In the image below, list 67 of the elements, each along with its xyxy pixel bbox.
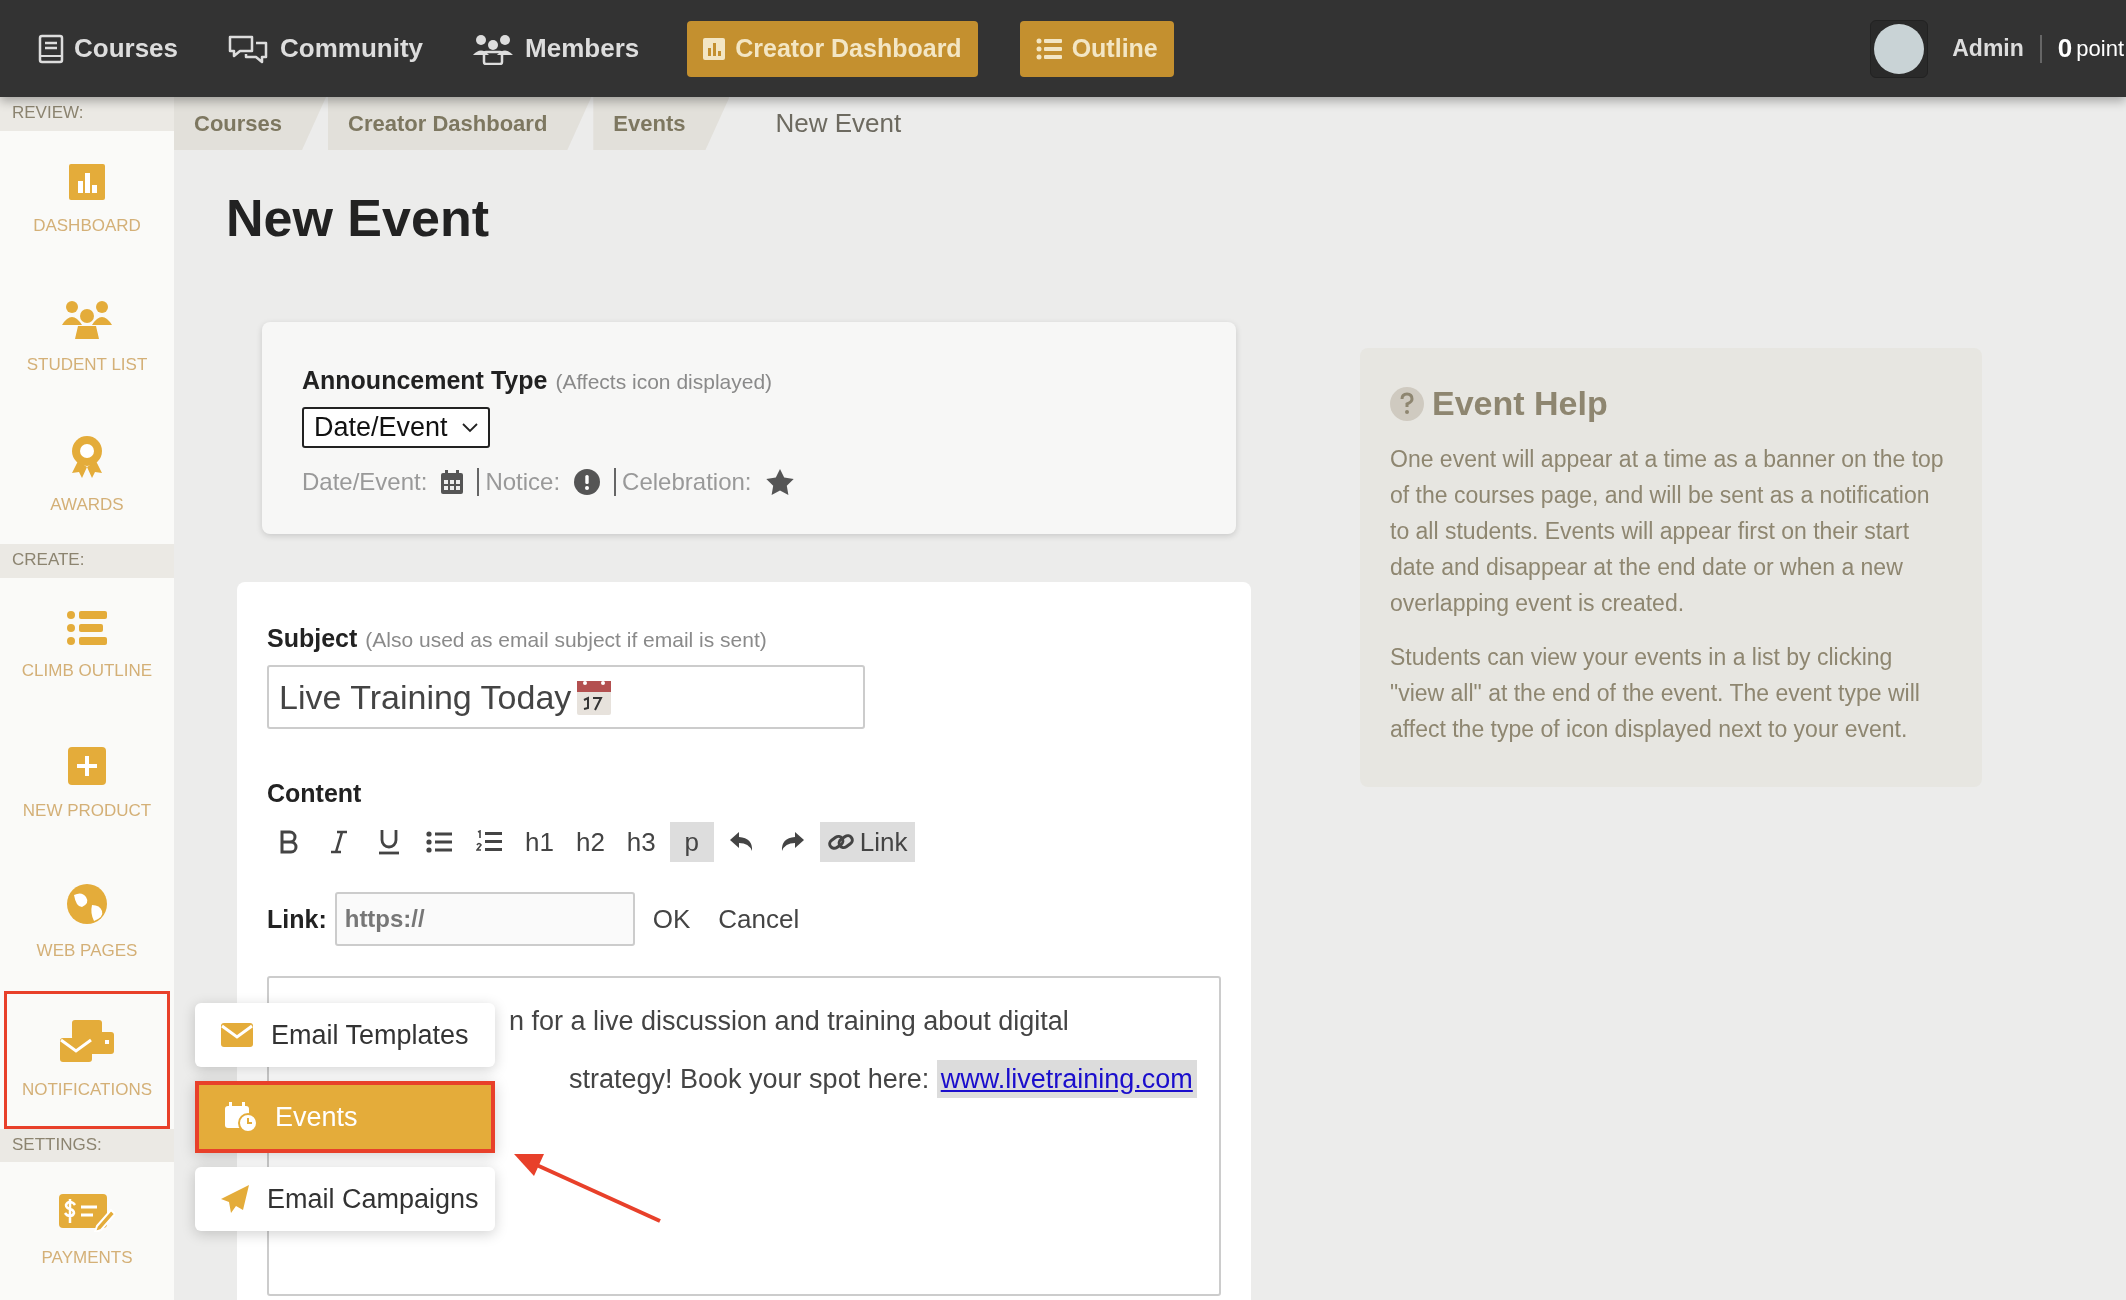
nav-link[interactable]: Members [471,32,640,65]
type-dropdown[interactable]: Date/Event [302,407,490,448]
field-hint: (Affects icon displayed) [555,370,773,394]
field-label: Content [267,779,363,808]
bold-icon [280,830,298,854]
page-title: New Event [226,188,490,248]
field-hint: (Also used as email subject if email is sent) [365,628,767,652]
chevron-down-icon [461,422,478,433]
breadcrumb-link[interactable]: New Event [731,97,946,150]
field-label: Link: [267,904,327,934]
people-icon [61,299,113,340]
format-button[interactable]: h2 [567,822,613,862]
field-label: Subject [267,624,358,653]
redo-icon [779,832,804,852]
menu-item[interactable]: Email Templates [195,1003,495,1067]
link-button[interactable]: Link [819,822,916,862]
italic-icon [330,830,348,854]
question-icon [1390,386,1424,421]
section-heading: CREATE: [0,543,174,578]
section-heading: REVIEW: [0,97,174,131]
link-icon [827,831,854,853]
bar-chart-icon [703,37,726,60]
bullet-list-icon [426,831,452,853]
calendar-icon [441,470,464,494]
points-label: point [2076,35,2124,62]
paper-plane-icon [221,1185,249,1213]
list-icon [1035,37,1062,60]
editor-text: n for a live discussion and training about digital [509,1005,1069,1038]
help-title: Event Help [1432,384,1608,423]
link-input-field[interactable]: https:// [334,892,635,946]
book-icon [38,33,64,64]
envelope-cards-icon [60,1019,114,1064]
award-icon [70,435,104,480]
undo-icon [729,832,754,852]
legend-label: Notice: [485,468,561,496]
menu-item[interactable]: Email Campaigns [195,1167,495,1231]
plus-icon [68,747,106,786]
avatar[interactable] [1870,19,1929,78]
ok-button[interactable]: OK [642,903,701,935]
help-text: Students can view your events in a list by clicking "view all" at the end of the event. The event type will affect the type of icon displayed next to your event. [1390,643,1921,744]
exclamation-icon [574,469,601,495]
format-button[interactable]: p [669,822,714,862]
help-text: One event will appear at a time as a banner on the top of the courses page, and will be sent as a notification to all students. Events will appear first on their start date and disappear at the end date or when a new overlapping event is created. [1390,445,1945,618]
editor-link[interactable]: www.livetraining.com [936,1060,1197,1098]
points-count: 0 [2057,33,2073,64]
nav-link[interactable]: Courses [38,33,179,64]
legend-label: Date/Event: [302,468,428,496]
calendar-emoji-icon [577,679,612,715]
star-icon [765,468,794,496]
user-name[interactable]: Admin [1952,35,2024,62]
calendar-clock-icon [225,1102,257,1132]
globe-icon [66,882,108,925]
nav-link[interactable]: Community [226,32,424,65]
payment-card-icon [59,1194,115,1233]
subject-field[interactable]: Live Training Today [267,665,865,729]
format-button[interactable]: h1 [517,822,562,862]
numbered-list-icon [476,830,502,854]
field-label: Announcement Type [302,366,548,395]
cancel-button[interactable]: Cancel [708,903,810,935]
format-button[interactable]: h3 [618,822,664,862]
bar-chart-icon [69,163,105,200]
list-icon [67,611,107,646]
section-heading: SETTINGS: [0,1128,174,1163]
editor-text: strategy! Book your spot here: [569,1063,930,1096]
underline-icon [379,829,399,855]
legend-label: Celebration: [622,468,752,496]
envelope-icon [221,1023,253,1047]
